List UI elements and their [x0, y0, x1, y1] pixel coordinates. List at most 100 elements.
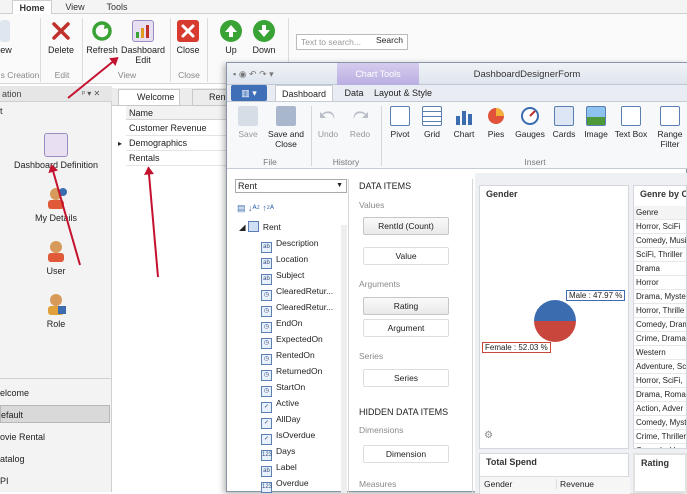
value-item-rentid-count[interactable]: RentId (Count)	[363, 217, 449, 235]
genre-grid-card[interactable]: Genre by C Genre Horror, SciFi Comedy, Mu…	[633, 185, 687, 449]
field-item[interactable]: ◷ ExpectedOn	[261, 331, 323, 349]
nav-item-welcome[interactable]: elcome	[0, 384, 110, 402]
genre-row[interactable]: Action, Adver	[634, 402, 686, 416]
nav-item-my-details[interactable]: My Details	[0, 186, 112, 223]
genre-row[interactable]: Drama, Roma	[634, 388, 686, 402]
sort-toolbar[interactable]: ▤ ↓ᴬᶻ ↑ᶻᴬ	[237, 203, 274, 214]
genre-row[interactable]: Horror, SciFi,	[634, 374, 686, 388]
genre-column-header[interactable]: Genre	[634, 206, 686, 220]
field-item[interactable]: 123 Days	[261, 443, 295, 461]
tab-view[interactable]: View	[58, 0, 92, 14]
insert-textbox-button[interactable]: Text Box	[613, 105, 649, 139]
genre-row[interactable]: Drama	[634, 262, 686, 276]
grid-header-name[interactable]: Name	[126, 106, 230, 120]
rating-card[interactable]: Rating	[633, 453, 687, 493]
tab-home[interactable]: Home	[12, 0, 52, 14]
up-button[interactable]: Up	[216, 18, 246, 55]
insert-chart-button[interactable]: Chart	[449, 105, 479, 139]
tree-scrollbar[interactable]	[341, 225, 347, 493]
field-item[interactable]: ✓ AllDay	[261, 411, 301, 429]
insert-grid-button[interactable]: Grid	[417, 105, 447, 139]
gear-icon[interactable]: ⚙	[484, 430, 493, 441]
genre-row[interactable]: Comedy, Dram	[634, 318, 686, 332]
insert-pivot-button[interactable]: Pivot	[385, 105, 415, 139]
field-item[interactable]: ◷ ClearedRetur...	[261, 283, 333, 301]
column-revenue[interactable]: Revenue	[556, 479, 594, 489]
pie-slice-male[interactable]	[534, 300, 576, 321]
pin-icon[interactable]: ᵖ ▾ ✕	[82, 86, 100, 102]
argument-item-rating[interactable]: Rating	[363, 297, 449, 315]
tree-root-rent[interactable]: ◢ Rent	[239, 219, 281, 235]
field-item[interactable]: ab Location	[261, 251, 308, 269]
field-item[interactable]: ◷ EndOn	[261, 315, 302, 333]
dashboard-edit-button[interactable]: Dashboard Edit	[120, 18, 166, 65]
field-item[interactable]: ◷ ReturnedOn	[261, 363, 322, 381]
field-item[interactable]: ◷ RentedOn	[261, 347, 315, 365]
field-item[interactable]: ab Description	[261, 235, 319, 253]
nav-item-movie-rental[interactable]: ovie Rental	[0, 428, 110, 446]
file-menu-button[interactable]: ▥ ▾	[231, 85, 267, 101]
dimension-drop-target[interactable]: Dimension	[363, 445, 449, 463]
genre-row[interactable]: Comedy, Musi	[634, 234, 686, 248]
grid-row[interactable]: Demographics	[126, 136, 230, 151]
delete-button[interactable]: Delete	[45, 18, 77, 55]
gender-pie-chart[interactable]	[532, 298, 578, 344]
nav-item-default[interactable]: efault	[0, 405, 110, 423]
argument-drop-target[interactable]: Argument	[363, 319, 449, 337]
tab-tools[interactable]: Tools	[100, 0, 134, 14]
close-button[interactable]: Close	[174, 18, 202, 55]
tab-layout-style[interactable]: Layout & Style	[373, 85, 433, 101]
genre-row[interactable]: Comedy, Horr	[634, 444, 686, 448]
insert-pies-button[interactable]: Pies	[481, 105, 511, 139]
down-button[interactable]: Down	[248, 18, 280, 55]
genre-row[interactable]: Western	[634, 346, 686, 360]
genre-row[interactable]: Crime, Thriller	[634, 430, 686, 444]
redo-button[interactable]: Redo	[347, 105, 373, 139]
insert-range-filter-button[interactable]: Range Filter	[653, 105, 687, 149]
field-item[interactable]: ab Subject	[261, 267, 304, 285]
total-spend-card[interactable]: Total Spend Gender Revenue	[479, 453, 630, 494]
field-item[interactable]: ab Label	[261, 459, 297, 477]
genre-row[interactable]: Horror	[634, 276, 686, 290]
genre-row[interactable]: Adventure, Sc	[634, 360, 686, 374]
search-button[interactable]: Search	[376, 35, 403, 45]
genre-row[interactable]: SciFi, Thriller	[634, 248, 686, 262]
nav-item-api[interactable]: PI	[0, 472, 110, 490]
insert-gauges-button[interactable]: Gauges	[513, 105, 547, 139]
quick-access-toolbar[interactable]: ▪ ◉ ↶ ↷ ▾	[233, 69, 274, 80]
tab-welcome[interactable]: Welcome	[118, 89, 180, 106]
insert-image-button[interactable]: Image	[581, 105, 611, 139]
nav-item-catalog[interactable]: atalog	[0, 450, 110, 468]
expand-icon[interactable]: ▸	[118, 139, 122, 148]
genre-row[interactable]: Crime, Drama	[634, 332, 686, 346]
tab-data[interactable]: Data	[337, 85, 371, 101]
datasource-select[interactable]: Rent ▼	[235, 179, 347, 193]
field-item[interactable]: ◷ ClearedRetur...	[261, 299, 333, 317]
field-item[interactable]: ◷ StartOn	[261, 379, 305, 397]
genre-row[interactable]: Comedy, Myst	[634, 416, 686, 430]
save-and-close-button[interactable]: Save and Close	[267, 105, 305, 149]
gender-pie-card[interactable]: Gender Male : 47.97 % Female : 52.03 % ⚙	[479, 185, 629, 449]
nav-item-user[interactable]: User	[0, 239, 112, 276]
field-item[interactable]: ✓ Active	[261, 395, 299, 413]
new-button[interactable]: iew	[0, 18, 12, 55]
grid-row[interactable]: Rentals	[126, 151, 230, 166]
save-button[interactable]: Save	[233, 105, 263, 139]
values-label: Values	[359, 200, 385, 210]
refresh-button[interactable]: Refresh	[85, 18, 119, 55]
grid-row[interactable]: Customer Revenue	[126, 121, 230, 136]
column-gender[interactable]: Gender	[484, 479, 512, 489]
field-item[interactable]: 123 Overdue	[261, 475, 309, 493]
pie-slice-female[interactable]	[534, 321, 576, 342]
series-drop-target[interactable]: Series	[363, 369, 449, 387]
undo-button[interactable]: Undo	[315, 105, 341, 139]
genre-row[interactable]: Drama, Myste	[634, 290, 686, 304]
genre-row[interactable]: Horror, Thrille	[634, 304, 686, 318]
tab-dashboard[interactable]: Dashboard	[275, 85, 333, 101]
genre-row[interactable]: Horror, SciFi	[634, 220, 686, 234]
value-drop-target[interactable]: Value	[363, 247, 449, 265]
insert-cards-button[interactable]: Cards	[549, 105, 579, 139]
nav-item-role[interactable]: Role	[0, 292, 112, 329]
dashboard-definition-icon	[44, 133, 68, 157]
field-item[interactable]: ✓ IsOverdue	[261, 427, 315, 445]
